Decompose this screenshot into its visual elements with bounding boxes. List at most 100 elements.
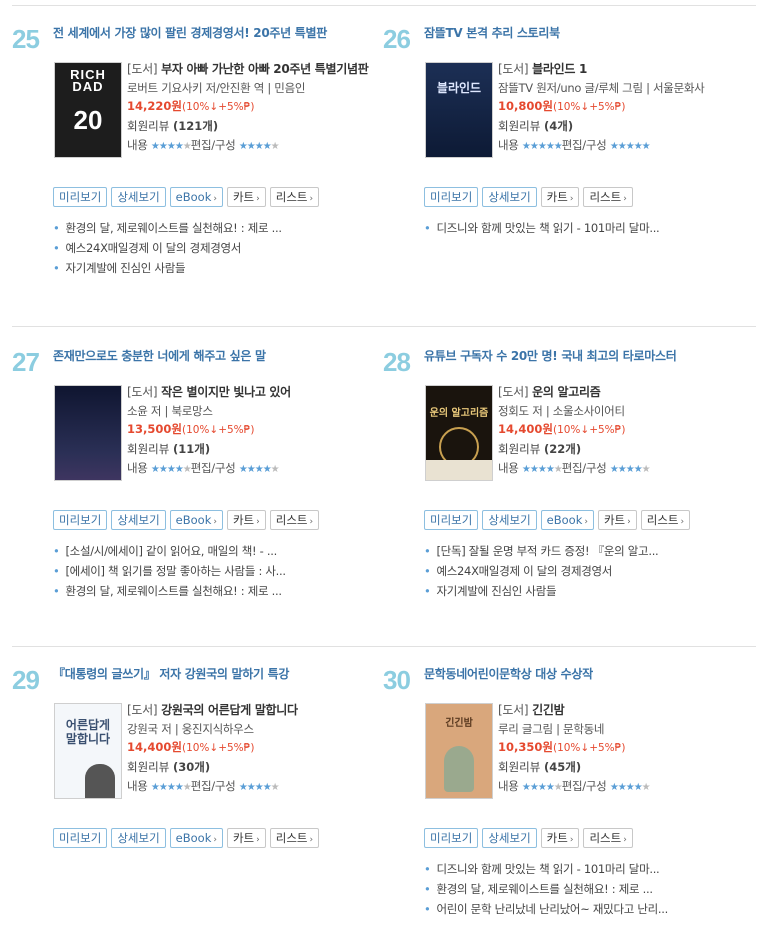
list-item[interactable]: [소설/시/에세이] 같이 읽어요, 매일의 책! - ... [53, 541, 373, 561]
review-count[interactable]: 회원리뷰 (45개) [498, 757, 753, 777]
cover-text: 20 [73, 105, 103, 135]
cart-button[interactable]: 카트 › [226, 510, 266, 530]
book-cover[interactable]: RICH DAD 20 [54, 62, 122, 158]
cover-text: 블라인드 [436, 81, 482, 95]
chevron-right-icon: › [256, 194, 260, 204]
book-cover[interactable]: 긴긴밤 [425, 703, 493, 799]
cart-button[interactable]: 카트 › [540, 187, 580, 207]
book-item: 25 전 세계에서 가장 많이 팔린 경제경영서! 20주년 특별판 RICH D… [12, 0, 382, 300]
cover-illustration [444, 746, 474, 792]
list-item[interactable]: 환경의 달, 제로웨이스트를 실천해요! : 제로 ... [424, 879, 744, 899]
preview-button[interactable]: 미리보기 [53, 510, 108, 530]
chevron-right-icon: › [256, 835, 260, 845]
book-title[interactable]: [도서] 블라인드 1 [498, 61, 753, 77]
list-button[interactable]: 리스트 › [269, 828, 320, 848]
rating-row: 내용 ★★★★★편집/구성 ★★★★★ [498, 461, 651, 475]
book-headline[interactable]: 잠뜰TV 본격 추리 스토리북 [424, 24, 560, 41]
cart-button[interactable]: 카트 › [597, 510, 637, 530]
detail-button[interactable]: 상세보기 [111, 187, 166, 207]
detail-button[interactable]: 상세보기 [111, 510, 166, 530]
rating-row: 내용 ★★★★★편집/구성 ★★★★★ [127, 138, 280, 152]
cart-button[interactable]: 카트 › [226, 828, 266, 848]
list-item[interactable]: 환경의 달, 제로웨이스트를 실천해요! : 제로 ... [53, 581, 373, 601]
star-rating-edit: ★★★★★ [609, 141, 651, 152]
book-title[interactable]: [도서] 작은 별이지만 빛나고 있어 [127, 384, 382, 400]
star-rating-edit: ★★★★★ [238, 782, 280, 793]
book-headline[interactable]: 문학동네어린이문학상 대상 수상작 [424, 665, 593, 682]
book-author[interactable]: 루리 글그림 | 문학동네 [498, 720, 753, 738]
preview-button[interactable]: 미리보기 [424, 828, 479, 848]
preview-button[interactable]: 미리보기 [424, 187, 479, 207]
list-item[interactable]: 디즈니와 함께 맛있는 책 읽기 - 101마리 달마... [424, 218, 744, 238]
chevron-right-icon: › [569, 835, 574, 845]
book-cover[interactable]: 운의 알고리즘 [425, 385, 493, 481]
book-headline[interactable]: 『대통령의 글쓰기』 저자 강원국의 말하기 특강 [53, 665, 289, 682]
star-rating-content: ★★★★★ [150, 464, 192, 475]
chevron-right-icon: › [213, 835, 217, 845]
promo-list: [단독] 잘될 운명 부적 카드 증정! 『운의 알고...예스24X매일경제 … [424, 541, 744, 601]
star-rating-edit: ★★★★★ [238, 141, 280, 152]
review-count[interactable]: 회원리뷰 (121개) [127, 116, 382, 136]
book-author[interactable]: 잠뜰TV 원저/uno 글/루체 그림 | 서울문화사 [498, 79, 753, 97]
detail-button[interactable]: 상세보기 [111, 828, 166, 848]
cover-text: 어른답게 [65, 718, 111, 732]
book-cover[interactable]: 블라인드 [425, 62, 493, 158]
book-item: 29 『대통령의 글쓰기』 저자 강원국의 말하기 특강 어른답게 말합니다 [도… [12, 641, 382, 927]
list-button[interactable]: 리스트 › [269, 510, 320, 530]
list-button[interactable]: 리스트 › [269, 187, 320, 207]
chevron-right-icon: › [213, 517, 217, 527]
book-author[interactable]: 소윤 저 | 북로망스 [127, 402, 382, 420]
review-count[interactable]: 회원리뷰 (22개) [498, 439, 753, 459]
list-item[interactable]: 어린이 문학 난리났네 난리났어~ 재밌다고 난리... [424, 899, 744, 919]
list-item[interactable]: [에세이] 책 읽기를 정말 좋아하는 사람들 : 사... [53, 561, 373, 581]
button-row: 미리보기 상세보기 eBook › 카트 › 리스트 › [53, 510, 320, 530]
book-headline[interactable]: 전 세계에서 가장 많이 팔린 경제경영서! 20주년 특별판 [53, 24, 327, 41]
cart-button[interactable]: 카트 › [226, 187, 266, 207]
ebook-button[interactable]: eBook › [169, 187, 223, 207]
preview-button[interactable]: 미리보기 [424, 510, 479, 530]
book-price: 14,220원(10%↓+5%₱) [127, 99, 255, 113]
preview-button[interactable]: 미리보기 [53, 828, 108, 848]
book-title[interactable]: [도서] 운의 알고리즘 [498, 384, 753, 400]
category-label: [도서] [127, 385, 158, 399]
book-info: [도서] 운의 알고리즘 정회도 저 | 소울소사이어티 14,400원(10%… [498, 384, 753, 479]
list-button[interactable]: 리스트 › [640, 510, 691, 530]
detail-button[interactable]: 상세보기 [482, 828, 537, 848]
star-rating-content: ★★★★★ [521, 464, 563, 475]
detail-button[interactable]: 상세보기 [482, 510, 537, 530]
list-button[interactable]: 리스트 › [583, 828, 633, 848]
list-item[interactable]: 예스24X매일경제 이 달의 경제경영서 [424, 561, 744, 581]
book-cover[interactable] [54, 385, 122, 481]
list-item[interactable]: [단독] 잘될 운명 부적 카드 증정! 『운의 알고... [424, 541, 744, 561]
list-item[interactable]: 자기계발에 진심인 사람들 [53, 258, 373, 278]
star-rating-content: ★★★★★ [150, 141, 192, 152]
book-headline[interactable]: 존재만으로도 충분한 너에게 해주고 싶은 말 [53, 347, 266, 364]
book-author[interactable]: 로버트 기요사키 저/안진환 역 | 민음인 [127, 79, 382, 97]
category-label: [도서] [127, 703, 158, 717]
book-title[interactable]: [도서] 부자 아빠 가난한 아빠 20주년 특별기념판 [127, 61, 382, 77]
book-author[interactable]: 정회도 저 | 소울소사이어티 [498, 402, 753, 420]
button-row: 미리보기 상세보기 카트 › 리스트 › [424, 187, 633, 207]
book-cover[interactable]: 어른답게 말합니다 [54, 703, 122, 799]
list-item[interactable]: 환경의 달, 제로웨이스트를 실천해요! : 제로 ... [53, 218, 373, 238]
book-headline[interactable]: 유튜브 구독자 수 20만 명! 국내 최고의 타로마스터 [424, 347, 677, 364]
book-title[interactable]: [도서] 긴긴밤 [498, 702, 753, 718]
promo-list: 디즈니와 함께 맛있는 책 읽기 - 101마리 달마...환경의 달, 제로웨… [424, 859, 744, 919]
book-author[interactable]: 강원국 저 | 웅진지식하우스 [127, 720, 382, 738]
list-item[interactable]: 자기계발에 진심인 사람들 [424, 581, 744, 601]
list-item[interactable]: 예스24X매일경제 이 달의 경제경영서 [53, 238, 373, 258]
list-item[interactable]: 디즈니와 함께 맛있는 책 읽기 - 101마리 달마... [424, 859, 744, 879]
cart-button[interactable]: 카트 › [540, 828, 580, 848]
book-title[interactable]: [도서] 강원국의 어른답게 말합니다 [127, 702, 382, 718]
review-count[interactable]: 회원리뷰 (11개) [127, 439, 382, 459]
book-item: 28 유튜브 구독자 수 20만 명! 국내 최고의 타로마스터 운의 알고리즘… [383, 323, 753, 623]
list-button[interactable]: 리스트 › [583, 187, 633, 207]
ebook-button[interactable]: eBook › [169, 828, 223, 848]
review-count[interactable]: 회원리뷰 (4개) [498, 116, 753, 136]
detail-button[interactable]: 상세보기 [482, 187, 537, 207]
preview-button[interactable]: 미리보기 [53, 187, 108, 207]
ebook-button[interactable]: eBook › [540, 510, 594, 530]
ebook-button[interactable]: eBook › [169, 510, 223, 530]
review-count[interactable]: 회원리뷰 (30개) [127, 757, 382, 777]
chevron-right-icon: › [569, 194, 574, 204]
